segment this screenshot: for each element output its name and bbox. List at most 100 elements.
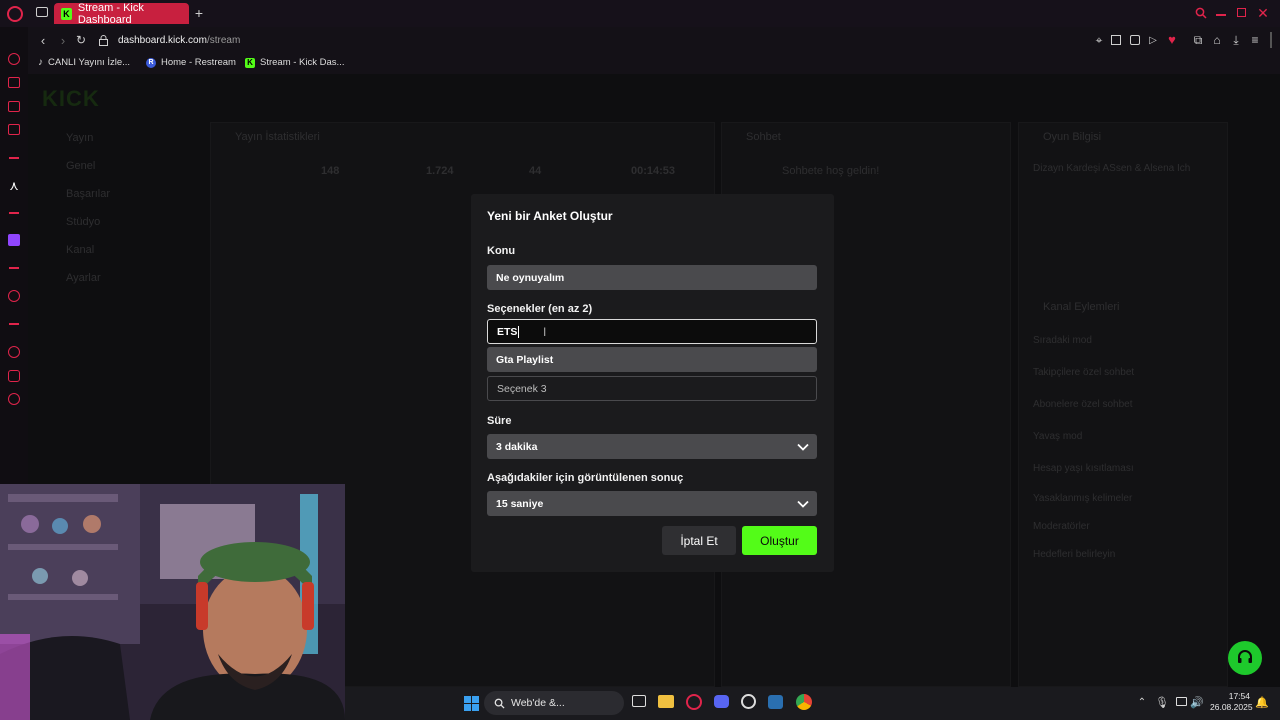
stat-viewers: 148 (321, 165, 340, 177)
new-tab-button[interactable]: + (193, 5, 205, 21)
nav-item-ayarlar[interactable]: Ayarlar (38, 272, 213, 300)
bookmark-label: Home - Restream (161, 57, 236, 68)
history-icon[interactable] (8, 346, 20, 358)
pin-icon[interactable]: ⌖ (1093, 33, 1105, 47)
right-item-1[interactable]: Sıradaki mod (1033, 335, 1092, 346)
options-label: Seçenekler (en az 2) (487, 303, 593, 315)
lock-icon[interactable] (98, 34, 108, 46)
opera-taskbar-icon[interactable] (686, 694, 702, 710)
opera-logo-icon[interactable] (7, 6, 23, 22)
result-duration-select[interactable]: 15 saniye (487, 491, 817, 516)
clock-date: 26.08.2025 (1210, 702, 1253, 712)
chevron-down-icon (797, 500, 809, 508)
nav-item-kanal[interactable]: Kanal (38, 244, 213, 272)
stats-panel-title: Yayın İstatistikleri (235, 131, 320, 143)
scroll-handle[interactable] (1270, 32, 1272, 48)
bookmark-label: CANLI Yayını İzle... (48, 57, 131, 68)
task-view-icon[interactable] (632, 695, 646, 707)
play-icon[interactable]: ▷ (1147, 33, 1159, 47)
duration-select[interactable]: 3 dakika (487, 434, 817, 459)
right-item-5[interactable]: Hesap yaşı kısıtlaması (1033, 463, 1134, 474)
kick-sidebar-icon[interactable]: ⋏ (7, 178, 21, 193)
twitch-icon[interactable] (8, 234, 20, 246)
support-chat-button[interactable] (1228, 641, 1262, 675)
right-item-2[interactable]: Takipçilere özel sohbet (1033, 367, 1134, 378)
chrome-icon[interactable] (796, 694, 812, 710)
sidebar-divider (9, 157, 19, 159)
nav-item-studyo[interactable]: Stüdyo (38, 216, 213, 244)
kick-favicon-icon: K (245, 57, 255, 68)
text-cursor-icon: I (543, 325, 547, 339)
discord-icon[interactable] (714, 695, 729, 708)
file-explorer-icon[interactable] (658, 695, 674, 708)
instagram-icon[interactable] (8, 124, 20, 135)
duration-value: 3 dakika (496, 440, 538, 453)
webcam-overlay (0, 484, 345, 720)
aria-icon[interactable] (8, 53, 20, 65)
text-caret (518, 325, 520, 338)
chat-welcome: Sohbete hoş geldin! (782, 165, 880, 177)
nav-item-yayin[interactable]: Yayın (38, 132, 213, 160)
right-item-7[interactable]: Moderatörler (1033, 521, 1090, 532)
player-icon[interactable] (8, 290, 20, 302)
reload-icon[interactable]: ↻ (74, 33, 88, 47)
extensions-puzzle-icon[interactable]: ⧉ (1191, 33, 1205, 47)
obs-icon[interactable] (741, 694, 756, 709)
address-bar-row: ‹ › ↻ dashboard.kick.com/stream ⌖ ▷ ♥ ⧉ … (28, 27, 1280, 54)
windows-start-icon[interactable] (464, 696, 479, 711)
dashboard-nav: Yayın Genel Başarılar Stüdyo Kanal Ayarl… (38, 132, 213, 300)
tray-chevron-up-icon[interactable]: ⌃ (1136, 695, 1148, 709)
option-1-input[interactable]: ETS I (487, 319, 817, 344)
tab-kick-dashboard[interactable]: K Stream - Kick Dashboard (54, 2, 189, 26)
wallet-icon[interactable] (8, 77, 20, 88)
bookmark-label: Stream - Kick Das... (260, 57, 345, 68)
stat-duration: 00:14:53 (631, 165, 676, 177)
headset-icon (1238, 650, 1252, 663)
nav-item-basarilar[interactable]: Başarılar (38, 188, 213, 216)
heart-icon[interactable]: ♥ (1165, 32, 1179, 47)
clock-time: 17:54 (1228, 691, 1250, 701)
stat-subs: 44 (529, 165, 542, 177)
url-field[interactable]: dashboard.kick.com/stream (118, 35, 240, 46)
forward-icon[interactable]: › (56, 33, 70, 48)
steam-icon[interactable] (768, 695, 783, 709)
right-item-3[interactable]: Abonelere özel sohbet (1033, 399, 1133, 410)
bookmark-canli-yayini[interactable]: ♪ CANLI Yayını İzle... (38, 57, 130, 68)
minimize-icon[interactable] (1216, 14, 1226, 16)
download-icon[interactable]: ⤓ (1229, 33, 1243, 47)
maximize-icon[interactable] (1237, 8, 1246, 17)
snapshot-icon[interactable] (1111, 35, 1121, 45)
right-item-0[interactable]: Kanal Eylemleri (1043, 301, 1119, 313)
url-path: /stream (206, 35, 241, 46)
tab-menu-icon[interactable] (36, 7, 48, 17)
messenger-icon[interactable] (8, 101, 20, 112)
shield-icon[interactable] (1130, 35, 1140, 45)
back-icon[interactable]: ‹ (36, 33, 50, 48)
search-tabs-icon[interactable] (1194, 6, 1208, 20)
sidebar-divider-3 (9, 267, 19, 269)
topic-input[interactable]: Ne oynuyalım (487, 265, 817, 290)
right-item-6[interactable]: Yasaklanmış kelimeler (1033, 493, 1132, 504)
volume-icon[interactable]: 🔊 (1190, 695, 1204, 709)
profile-icon[interactable]: ⌂ (1210, 33, 1224, 47)
nav-item-genel[interactable]: Genel (38, 160, 213, 188)
system-clock[interactable]: 17:54 26.08.2025 (1210, 691, 1253, 713)
close-window-icon[interactable]: ✕ (1256, 5, 1270, 21)
right-item-4[interactable]: Yavaş mod (1033, 431, 1082, 442)
microphone-icon[interactable]: 🎙 (1155, 695, 1169, 709)
settings-gear-icon[interactable] (8, 393, 20, 405)
extensions-icon[interactable] (8, 370, 20, 382)
kick-favicon-icon: K (61, 7, 72, 20)
notification-bell-icon[interactable]: 🔔 (1255, 695, 1269, 709)
taskbar-search[interactable]: Web'de &... (484, 691, 624, 715)
menu-icon[interactable]: ≡ (1248, 33, 1262, 47)
bookmark-restream[interactable]: R Home - Restream (146, 57, 236, 68)
right-item-8[interactable]: Hedefleri belirleyin (1033, 549, 1115, 560)
option-3-input[interactable]: Seçenek 3 (487, 376, 817, 401)
cancel-button[interactable]: İptal Et (662, 526, 736, 555)
option-2-input[interactable]: Gta Playlist (487, 347, 817, 372)
network-icon[interactable] (1176, 697, 1187, 706)
create-poll-button[interactable]: Oluştur (742, 526, 817, 555)
bookmark-kick-dashboard[interactable]: K Stream - Kick Das... (245, 57, 344, 68)
search-text: Web'de &... (511, 697, 565, 709)
